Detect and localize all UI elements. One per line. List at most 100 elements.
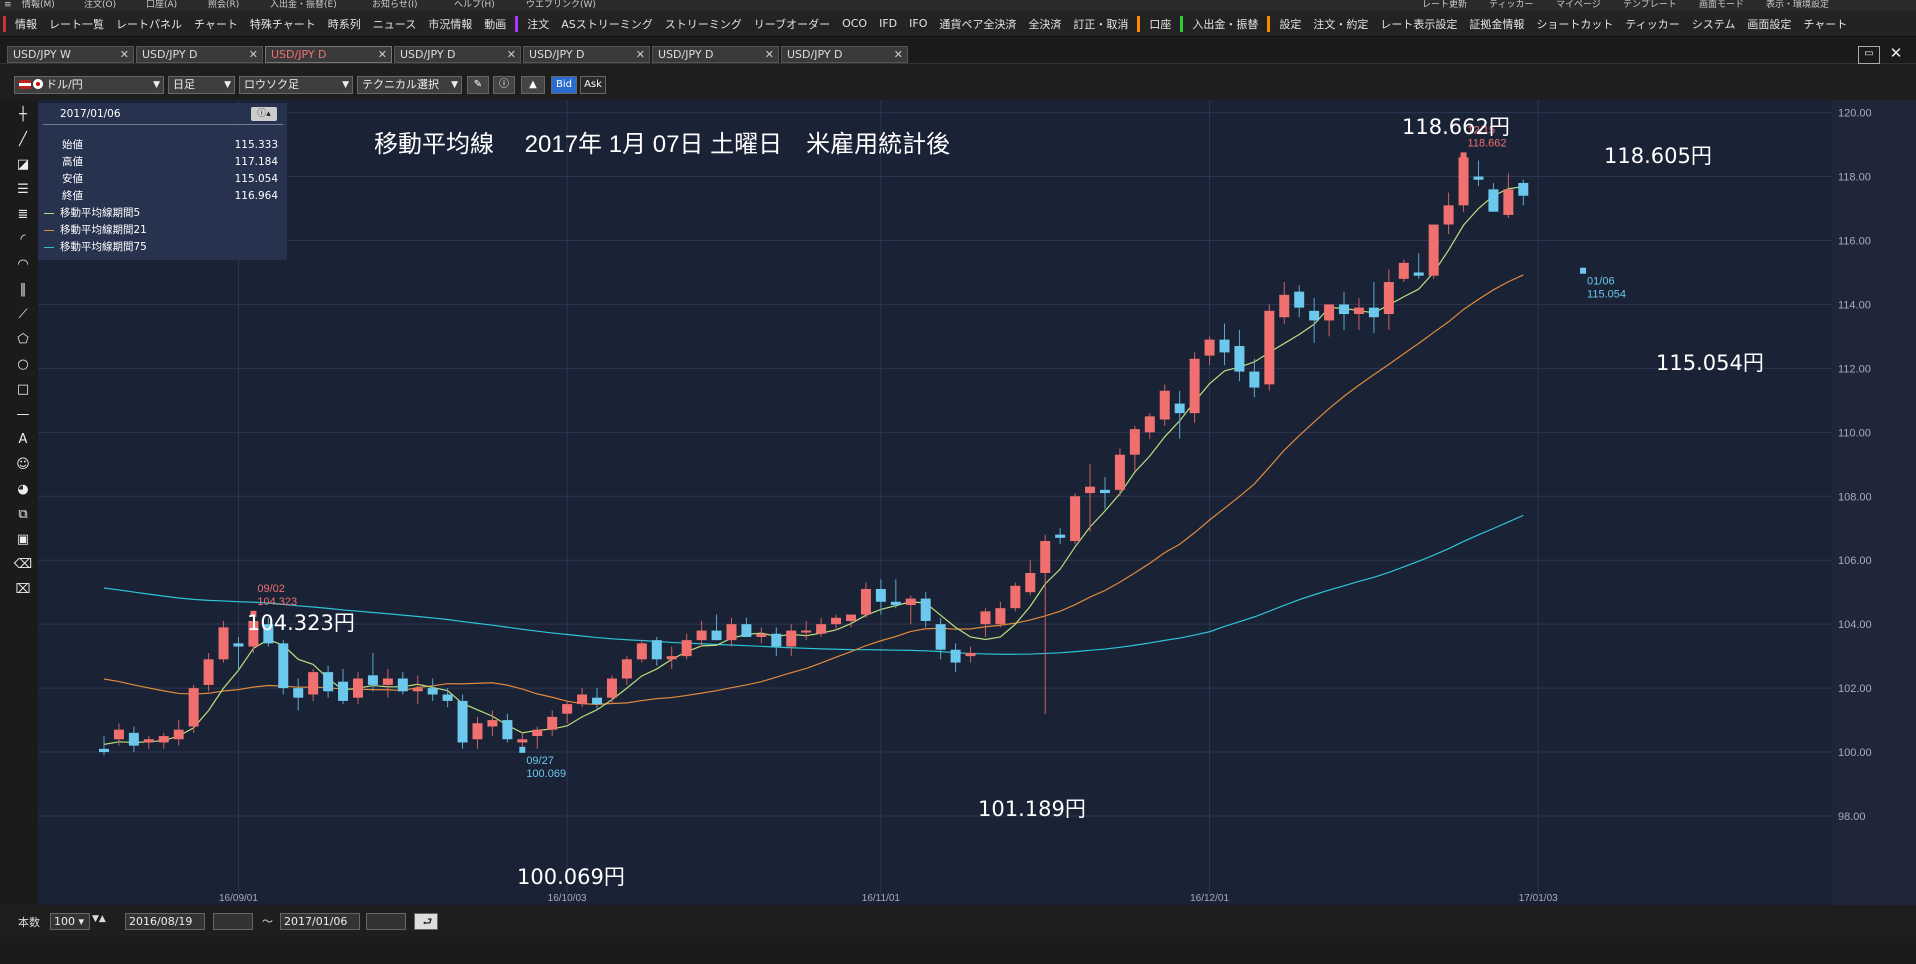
menu-item[interactable]: 注文(O): [84, 0, 116, 11]
technical-select[interactable]: テクニカル選択 ▼: [357, 76, 462, 94]
eraser-all-icon[interactable]: ⌧: [12, 579, 34, 601]
toolbar-item[interactable]: ショートカット: [1530, 16, 1619, 32]
end-date-input[interactable]: 2017/01/06: [280, 913, 360, 930]
candle-body: [487, 720, 498, 727]
paint-icon[interactable]: ◕: [12, 479, 34, 501]
chart-tab[interactable]: USD/JPY D ✕: [136, 46, 263, 63]
tab-close-icon[interactable]: ✕: [507, 47, 516, 63]
tab-close-icon[interactable]: ✕: [249, 47, 258, 63]
toolbar-item[interactable]: ニュース: [367, 16, 422, 32]
currency-select[interactable]: ドル/円 ▼: [14, 76, 164, 94]
toolbar-item[interactable]: 注文: [521, 16, 555, 32]
pentagon-icon[interactable]: ⬠: [12, 329, 34, 351]
tab-close-icon[interactable]: ✕: [894, 47, 903, 63]
info-toggle-icon[interactable]: ⓘ▴: [251, 107, 277, 121]
text-icon[interactable]: A: [12, 429, 34, 451]
fibonacci-icon[interactable]: ≣: [12, 204, 34, 226]
toolbar-item[interactable]: 画面設定: [1741, 16, 1797, 32]
toolbar-item[interactable]: 全決済: [1022, 16, 1067, 32]
tab-close-icon[interactable]: ✕: [378, 47, 387, 63]
toolbar-item[interactable]: 設定: [1273, 16, 1307, 32]
ruler-icon[interactable]: ◪: [12, 154, 34, 176]
tab-close-icon[interactable]: ✕: [765, 47, 774, 63]
trendline-icon[interactable]: ╱: [12, 129, 34, 151]
ask-button[interactable]: Ask: [580, 76, 606, 94]
period-select[interactable]: 日足 ▼: [168, 76, 235, 94]
menu-item[interactable]: お知らせ(I): [372, 0, 418, 11]
info-icon[interactable]: ⓘ: [493, 76, 515, 94]
start-date-input[interactable]: 2016/08/19: [125, 913, 205, 930]
chart-tab[interactable]: USD/JPY D ✕: [265, 46, 392, 63]
tab-close-icon[interactable]: ✕: [636, 47, 645, 63]
toolbar-item[interactable]: チャート: [188, 16, 244, 32]
toolbar-item[interactable]: システム: [1686, 16, 1742, 32]
eraser-icon[interactable]: ⌫: [12, 554, 34, 576]
hline-icon[interactable]: —: [12, 404, 34, 426]
start-time-input[interactable]: [213, 913, 253, 930]
toolbar-item[interactable]: 口座: [1143, 16, 1177, 32]
toolbar-item[interactable]: IFO: [903, 17, 933, 30]
tab-close-icon[interactable]: ✕: [120, 47, 129, 63]
app-menu-icon[interactable]: ≡: [4, 0, 12, 11]
count-input[interactable]: 100 ▾: [50, 913, 90, 930]
toolbar-item[interactable]: ティッカー: [1619, 16, 1685, 32]
horizontal-lines-icon[interactable]: ☰: [12, 179, 34, 201]
menu-right-item[interactable]: 画面モード: [1699, 0, 1744, 11]
circle-icon[interactable]: ○: [12, 354, 34, 376]
toolbar-item[interactable]: 市況情報: [422, 16, 478, 32]
pen-icon[interactable]: ✎: [467, 76, 489, 94]
toolbar-item[interactable]: ストリーミング: [659, 16, 748, 32]
toolbar-item[interactable]: 証拠金情報: [1463, 16, 1530, 32]
candlestick-chart[interactable]: 98.00 100.00 102.00 104.00 106.00 108.00 110.0…: [36, 100, 1916, 905]
maximize-icon[interactable]: ▭: [1858, 46, 1880, 64]
toolbar-item[interactable]: 動画: [478, 16, 512, 32]
toolbar-item[interactable]: レート表示設定: [1374, 16, 1463, 32]
toolbar-item[interactable]: 特殊チャート: [244, 16, 322, 32]
spin-icon[interactable]: ▼▲: [92, 914, 106, 924]
rectangle-icon[interactable]: □: [12, 379, 34, 401]
toolbar-item[interactable]: ASストリーミング: [555, 16, 659, 32]
toolbar-item[interactable]: レート一覧: [43, 16, 110, 32]
end-time-input[interactable]: [366, 913, 406, 930]
vertical-lines-icon[interactable]: ‖: [12, 279, 34, 301]
toolbar-item[interactable]: OCO: [836, 17, 873, 30]
toolbar-item[interactable]: 通貨ペア全決済: [933, 16, 1022, 32]
chart-tab[interactable]: USD/JPY W ✕: [7, 46, 134, 63]
copy-icon[interactable]: ⧉: [12, 504, 34, 526]
toolbar-item[interactable]: チャート: [1797, 16, 1853, 32]
menu-item[interactable]: 入出金・振替(E): [270, 0, 337, 11]
toolbar-item[interactable]: 入出金・振替: [1186, 16, 1264, 32]
menu-right-item[interactable]: ティッカー: [1489, 0, 1533, 11]
arc-icon[interactable]: ◠: [12, 254, 34, 276]
chart-tab[interactable]: USD/JPY D ✕: [652, 46, 779, 63]
toolbar-item[interactable]: 時系列: [322, 16, 367, 32]
chart-tab[interactable]: USD/JPY D ✕: [394, 46, 521, 63]
chart-tab[interactable]: USD/JPY D ✕: [523, 46, 650, 63]
chart-tab[interactable]: USD/JPY D ✕: [781, 46, 908, 63]
layers-icon[interactable]: ▣: [12, 529, 34, 551]
toolbar-item[interactable]: IFD: [873, 17, 903, 30]
toolbar-item[interactable]: 訂正・取消: [1067, 16, 1134, 32]
close-icon[interactable]: ✕: [1886, 44, 1906, 62]
toolbar-item[interactable]: レートパネル: [110, 16, 188, 32]
menu-right-item[interactable]: テンプレート: [1623, 0, 1677, 11]
menu-right-item[interactable]: レート更新: [1422, 0, 1467, 11]
bid-button[interactable]: Bid: [551, 76, 577, 94]
menu-item[interactable]: 照会(R): [208, 0, 239, 11]
toolbar-item[interactable]: 注文・約定: [1307, 16, 1374, 32]
menu-item[interactable]: ヘルプ(H): [454, 0, 495, 11]
toolbar-item[interactable]: 情報: [9, 16, 43, 32]
gann-icon[interactable]: ⟋: [12, 304, 34, 326]
chart-style-select[interactable]: ロウソク足 ▼: [239, 76, 353, 94]
menu-right-item[interactable]: マイページ: [1556, 0, 1601, 11]
menu-item[interactable]: ウエブリンク(W): [526, 0, 596, 11]
crosshair-icon[interactable]: ┼: [12, 104, 34, 126]
area-chart-icon[interactable]: ▲: [521, 76, 545, 94]
menu-right-item[interactable]: 表示・環境設定: [1766, 0, 1829, 11]
toolbar-item[interactable]: リーブオーダー: [748, 16, 836, 32]
emoji-icon[interactable]: ☺: [12, 454, 34, 476]
fan-icon[interactable]: ◜: [12, 229, 34, 251]
menu-item[interactable]: 口座(A): [146, 0, 177, 11]
menu-item[interactable]: 情報(M): [22, 0, 55, 11]
refresh-icon[interactable]: ⮐: [414, 913, 438, 930]
